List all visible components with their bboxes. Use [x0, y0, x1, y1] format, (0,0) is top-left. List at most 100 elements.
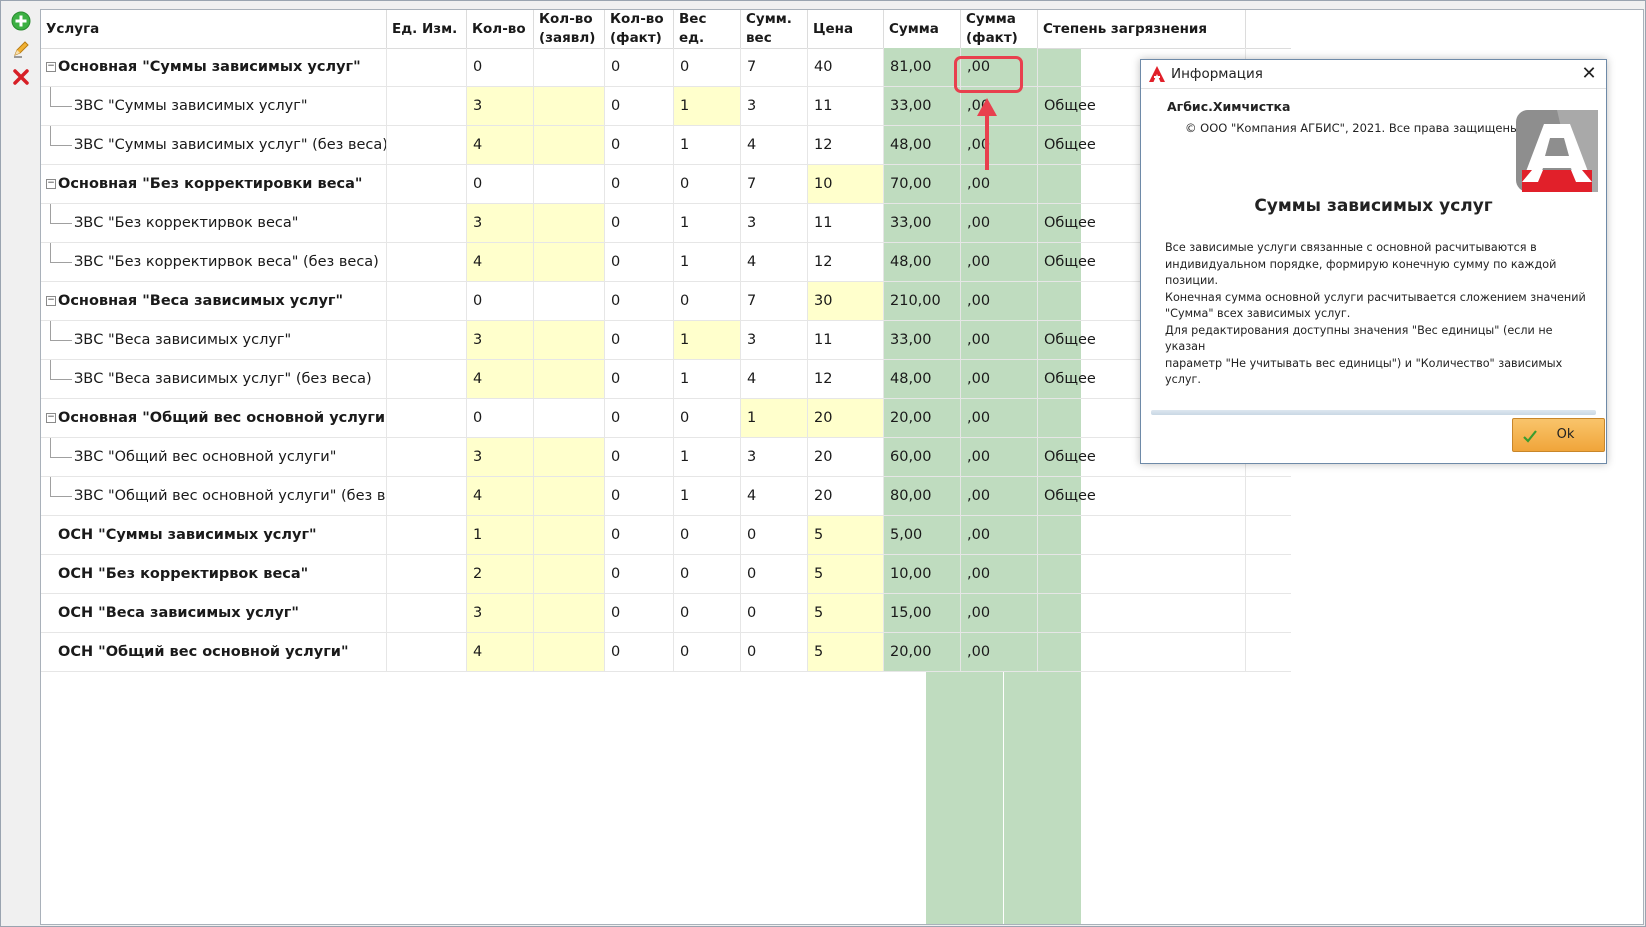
cell-qty-decl[interactable] — [534, 633, 605, 671]
cell-unit-weight[interactable]: 0 — [674, 165, 741, 203]
table-row[interactable]: ЗВС "Суммы зависимых услуг" (без веса) 4 0… — [41, 126, 1291, 165]
collapse-toggle-icon[interactable]: − — [46, 413, 56, 423]
cell-dirt[interactable] — [1038, 594, 1246, 632]
cell-name[interactable]: − Основная "Без корректировки веса" — [41, 165, 387, 203]
cell-qty[interactable]: 0 — [467, 48, 534, 86]
cell-sum[interactable]: 48,00 — [884, 243, 961, 281]
cell-price[interactable]: 20 — [808, 399, 884, 437]
table-row[interactable]: ОСН "Общий вес основной услуги" 4 0 0 0 5 20,0… — [41, 633, 1291, 672]
cell-unit[interactable] — [387, 633, 467, 671]
cell-qty-fact[interactable]: 0 — [605, 633, 674, 671]
cell-qty-decl[interactable] — [534, 438, 605, 476]
cell-unit-weight[interactable]: 1 — [674, 360, 741, 398]
column-header-qty-fact[interactable]: Кол-во (факт) — [605, 10, 674, 48]
delete-button[interactable] — [10, 66, 32, 88]
cell-name[interactable]: ОСН "Общий вес основной услуги" — [41, 633, 387, 671]
cell-unit-weight[interactable]: 1 — [674, 321, 741, 359]
cell-name[interactable]: ОСН "Веса зависимых услуг" — [41, 594, 387, 632]
cell-qty-fact[interactable]: 0 — [605, 594, 674, 632]
cell-sum-fact[interactable]: ,00 — [961, 243, 1038, 281]
cell-name[interactable]: − Основная "Суммы зависимых услуг" — [41, 48, 387, 86]
cell-qty-decl[interactable] — [534, 282, 605, 320]
cell-name[interactable]: ОСН "Без корректирвок веса" — [41, 555, 387, 593]
column-header-sum[interactable]: Сумма — [884, 10, 961, 48]
cell-sum[interactable]: 80,00 — [884, 477, 961, 515]
table-row[interactable]: ЗВС "Веса зависимых услуг" 3 0 1 3 11 33,00 ,00… — [41, 321, 1291, 360]
column-header-price[interactable]: Цена — [808, 10, 884, 48]
cell-total-weight[interactable]: 7 — [741, 282, 808, 320]
cell-sum[interactable]: 33,00 — [884, 87, 961, 125]
table-row[interactable]: ЗВС "Без корректирвок веса" (без веса) 4 0… — [41, 243, 1291, 282]
cell-sum[interactable]: 48,00 — [884, 360, 961, 398]
cell-unit-weight[interactable]: 0 — [674, 633, 741, 671]
cell-name[interactable]: − Основная "Веса зависимых услуг" — [41, 282, 387, 320]
collapse-toggle-icon[interactable]: − — [46, 179, 56, 189]
column-header-unit[interactable]: Ед. Изм. — [387, 10, 467, 48]
cell-price[interactable]: 20 — [808, 438, 884, 476]
cell-price[interactable]: 12 — [808, 360, 884, 398]
cell-sum-fact[interactable]: ,00 — [961, 399, 1038, 437]
cell-sum-fact[interactable]: ,00 — [961, 126, 1038, 164]
cell-price[interactable]: 12 — [808, 126, 884, 164]
cell-qty-decl[interactable] — [534, 87, 605, 125]
cell-qty-decl[interactable] — [534, 48, 605, 86]
table-row[interactable]: − Основная "Суммы зависимых услуг" 0 0 0 7 40 8… — [41, 48, 1291, 87]
cell-dirt[interactable]: Общее — [1038, 477, 1246, 515]
cell-price[interactable]: 40 — [808, 48, 884, 86]
cell-unit-weight[interactable]: 1 — [674, 204, 741, 242]
column-header-unit-weight[interactable]: Вес ед. — [674, 10, 741, 48]
cell-total-weight[interactable]: 0 — [741, 633, 808, 671]
cell-qty[interactable]: 4 — [467, 633, 534, 671]
cell-sum-fact[interactable]: ,00 — [961, 555, 1038, 593]
cell-total-weight[interactable]: 3 — [741, 438, 808, 476]
cell-qty[interactable]: 4 — [467, 243, 534, 281]
cell-qty-decl[interactable] — [534, 360, 605, 398]
collapse-toggle-icon[interactable]: − — [46, 296, 56, 306]
cell-qty[interactable]: 3 — [467, 87, 534, 125]
cell-total-weight[interactable]: 3 — [741, 321, 808, 359]
cell-sum[interactable]: 15,00 — [884, 594, 961, 632]
cell-name[interactable]: ЗВС "Суммы зависимых услуг" — [41, 87, 387, 125]
cell-unit[interactable] — [387, 48, 467, 86]
cell-total-weight[interactable]: 1 — [741, 399, 808, 437]
cell-qty-decl[interactable] — [534, 594, 605, 632]
cell-name[interactable]: ЗВС "Веса зависимых услуг" — [41, 321, 387, 359]
cell-total-weight[interactable]: 7 — [741, 48, 808, 86]
table-row[interactable]: ОСН "Веса зависимых услуг" 3 0 0 0 5 15,00 ,00 — [41, 594, 1291, 633]
cell-qty-decl[interactable] — [534, 555, 605, 593]
cell-unit[interactable] — [387, 204, 467, 242]
cell-qty-fact[interactable]: 0 — [605, 282, 674, 320]
cell-unit[interactable] — [387, 516, 467, 554]
cell-total-weight[interactable]: 0 — [741, 516, 808, 554]
cell-total-weight[interactable]: 3 — [741, 204, 808, 242]
cell-qty-fact[interactable]: 0 — [605, 243, 674, 281]
cell-total-weight[interactable]: 0 — [741, 594, 808, 632]
cell-unit[interactable] — [387, 165, 467, 203]
cell-total-weight[interactable]: 7 — [741, 165, 808, 203]
cell-name[interactable]: ЗВС "Суммы зависимых услуг" (без веса) — [41, 126, 387, 164]
cell-sum[interactable]: 70,00 — [884, 165, 961, 203]
cell-qty[interactable]: 0 — [467, 165, 534, 203]
cell-price[interactable]: 11 — [808, 87, 884, 125]
cell-qty-fact[interactable]: 0 — [605, 555, 674, 593]
cell-qty-fact[interactable]: 0 — [605, 477, 674, 515]
cell-price[interactable]: 11 — [808, 204, 884, 242]
cell-qty[interactable]: 0 — [467, 282, 534, 320]
cell-price[interactable]: 12 — [808, 243, 884, 281]
cell-total-weight[interactable]: 4 — [741, 243, 808, 281]
cell-sum[interactable]: 33,00 — [884, 204, 961, 242]
cell-qty-fact[interactable]: 0 — [605, 48, 674, 86]
column-header-sum-fact[interactable]: Сумма (факт) — [961, 10, 1038, 48]
cell-unit-weight[interactable]: 1 — [674, 477, 741, 515]
cell-sum-fact[interactable]: ,00 — [961, 477, 1038, 515]
cell-dirt[interactable] — [1038, 555, 1246, 593]
cell-unit-weight[interactable]: 0 — [674, 48, 741, 86]
cell-qty[interactable]: 4 — [467, 360, 534, 398]
cell-qty[interactable]: 3 — [467, 438, 534, 476]
cell-total-weight[interactable]: 3 — [741, 87, 808, 125]
cell-qty[interactable]: 3 — [467, 321, 534, 359]
cell-unit[interactable] — [387, 126, 467, 164]
column-header-dirt[interactable]: Степень загрязнения — [1038, 10, 1246, 48]
cell-qty-fact[interactable]: 0 — [605, 438, 674, 476]
edit-button[interactable] — [10, 38, 32, 60]
